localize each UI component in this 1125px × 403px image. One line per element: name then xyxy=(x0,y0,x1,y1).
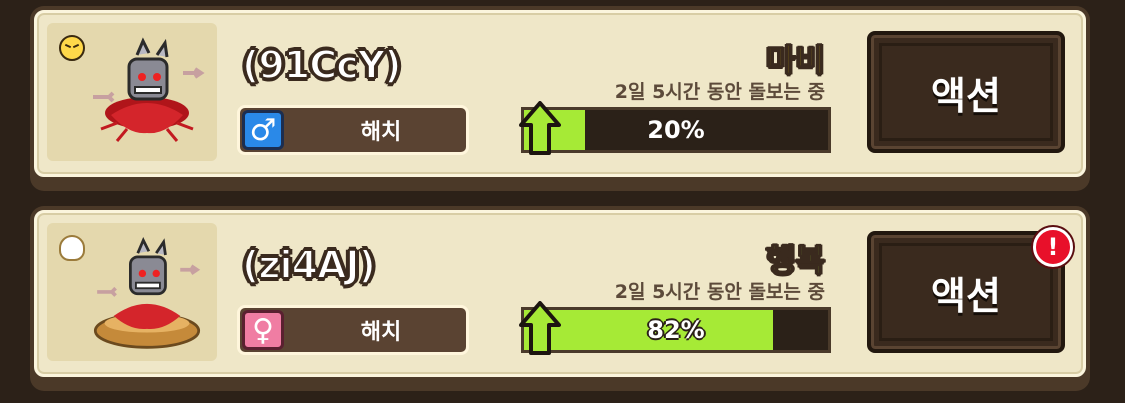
female-icon: ♀ xyxy=(242,310,284,350)
growth-progress-bar: 82% xyxy=(521,307,831,353)
pet-monster-icon xyxy=(93,37,205,142)
pet-card-1: (91CcY) ♂ 해치 마비 2일 5시간 동안 돌보는 중 20% 액션 xyxy=(30,6,1090,191)
male-icon: ♂ xyxy=(242,110,284,150)
mood-label: 마비 xyxy=(765,40,825,80)
stage-label: 해치 xyxy=(360,120,402,145)
pet-monster-icon xyxy=(93,236,201,349)
pet-card-panel: (zi4AJ) ♀ 해치 행복 2일 5시간 동안 돌보는 중 82% 액션 ! xyxy=(34,210,1086,377)
pet-card-panel: (91CcY) ♂ 해치 마비 2일 5시간 동안 돌보는 중 20% 액션 xyxy=(34,10,1086,177)
growth-progress-bar: 20% xyxy=(521,107,831,153)
pet-portrait xyxy=(47,223,217,361)
pet-portrait xyxy=(47,23,217,161)
care-duration: 2일 5시간 동안 돌보는 중 xyxy=(614,281,825,303)
angry-face-icon xyxy=(59,35,85,61)
pet-name: (zi4AJ) xyxy=(241,242,377,288)
gender-stage-box: ♂ 해치 xyxy=(237,105,469,155)
mood-label: 행복 xyxy=(765,240,825,280)
pet-card-2: (zi4AJ) ♀ 해치 행복 2일 5시간 동안 돌보는 중 82% 액션 ! xyxy=(30,206,1090,391)
gender-stage-box: ♀ 해치 xyxy=(237,305,469,355)
up-arrow-icon xyxy=(519,101,561,155)
alert-badge-icon: ! xyxy=(1033,227,1073,267)
egg-in-nest-icon xyxy=(59,235,85,261)
care-duration: 2일 5시간 동안 돌보는 중 xyxy=(614,81,825,103)
progress-text: 82% xyxy=(647,316,705,344)
action-button[interactable]: 액션 xyxy=(867,31,1065,153)
stage-label: 해치 xyxy=(360,320,402,345)
progress-text: 20% xyxy=(647,116,705,144)
pet-name: (91CcY) xyxy=(241,42,403,88)
up-arrow-icon xyxy=(519,301,561,355)
